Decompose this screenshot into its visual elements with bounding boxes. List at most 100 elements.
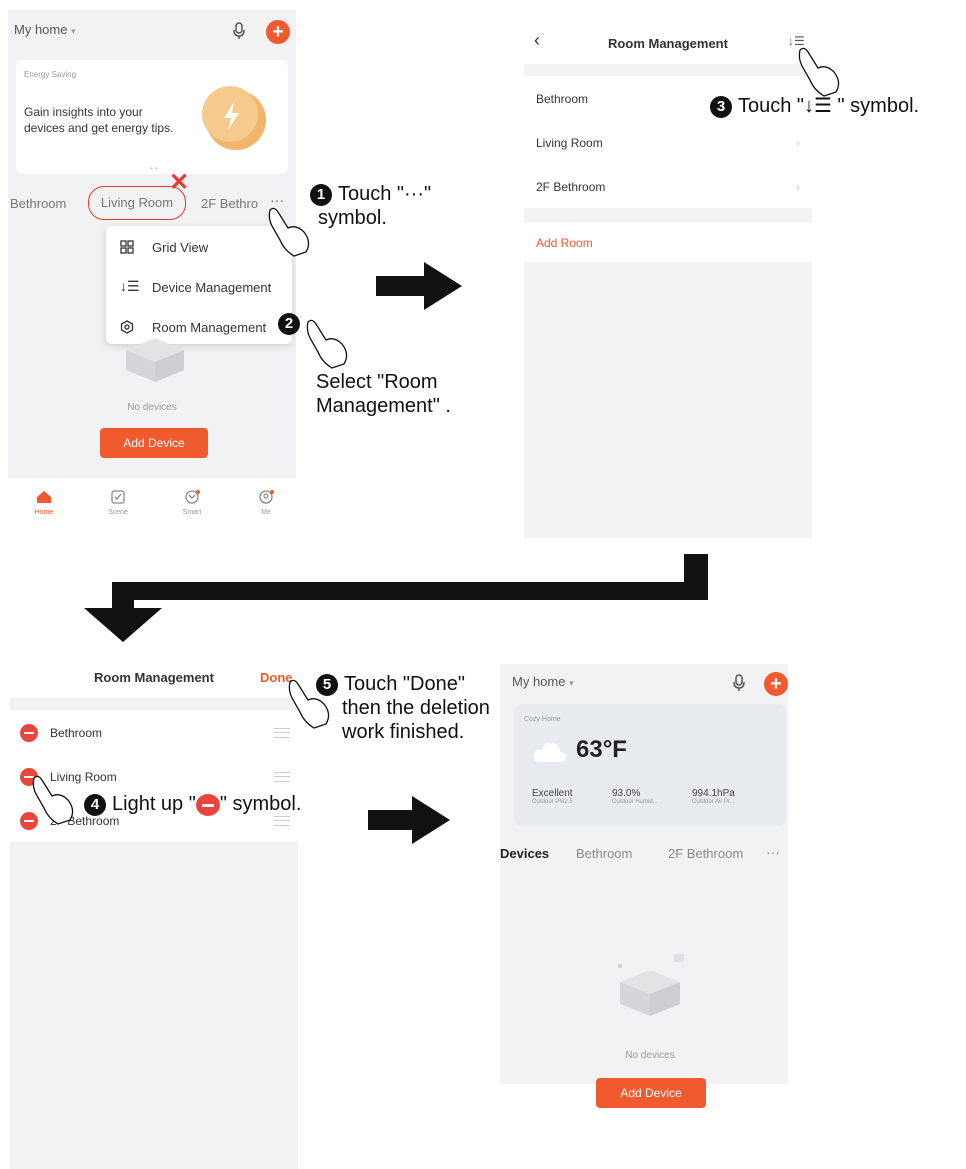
smart-icon: [185, 490, 200, 504]
step4-text-b: " symbol.: [219, 793, 302, 815]
chevron-right-icon: ›: [796, 136, 800, 150]
nav-smart[interactable]: Smart: [174, 490, 210, 516]
room-tab-living-room-label: Living Room: [100, 195, 174, 210]
stat-label: Outdoor PM2.5: [532, 799, 573, 805]
right-arrow-icon: [368, 796, 450, 844]
bottom-nav: Home Scene Smart Me: [8, 478, 296, 532]
step1-line2: symbol.: [318, 207, 387, 229]
nav-home[interactable]: Home: [26, 490, 62, 516]
add-device-button[interactable]: Add Device: [596, 1078, 706, 1108]
stat-pm25: Excellent Outdoor PM2.5: [532, 788, 573, 805]
home-selector[interactable]: My home ▾: [512, 674, 574, 689]
chevron-right-icon: ›: [796, 180, 800, 194]
delete-x-icon: ✕: [169, 169, 190, 196]
room-label: Bethroom: [536, 92, 589, 106]
stat-value: 994.1hPa: [692, 788, 735, 799]
options-menu: Grid View ↓☰ Device Management Room Mana…: [106, 226, 292, 344]
page-title: Room Management: [94, 670, 214, 685]
step5-line1: Touch "Done": [344, 673, 465, 695]
hand-pointer-icon: [798, 47, 840, 97]
add-plus-icon[interactable]: +: [266, 20, 290, 44]
step-number-1: 1: [310, 183, 332, 206]
temperature: 63°F: [576, 736, 627, 763]
microphone-icon[interactable]: [732, 674, 746, 692]
room-tab-bethroom[interactable]: Bethroom: [10, 196, 66, 211]
weather-card[interactable]: Cozy Home 63°F Excellent Outdoor PM2.5 9…: [514, 704, 786, 826]
stat-air-pressure: 994.1hPa Outdoor Air Pr...: [692, 788, 735, 805]
instruction-step-1: 1 Touch "···" symbol.: [310, 182, 431, 230]
add-device-button[interactable]: Add Device: [100, 428, 208, 458]
add-plus-icon[interactable]: +: [764, 672, 788, 696]
grid-icon: [120, 240, 134, 254]
empty-box-illustration: [126, 338, 184, 382]
chevron-down-icon: ▾: [569, 678, 574, 688]
header-bar: ‹ Room Management ↓☰: [524, 20, 812, 64]
chevron-down-icon: ▾: [71, 26, 76, 36]
drag-handle-icon[interactable]: [274, 816, 290, 826]
nav-label-me: Me: [261, 509, 271, 516]
home-title: My home: [14, 22, 68, 37]
nav-scene[interactable]: Scene: [100, 490, 136, 516]
banner-tag: Energy Saving: [24, 70, 77, 79]
room-label: 2F Bethroom: [536, 180, 606, 194]
home-icon: [37, 491, 51, 503]
pager-dots: • •: [150, 164, 158, 173]
step3-text: Touch "↓☰ " symbol.: [738, 95, 920, 117]
step-number-3: 3: [710, 95, 732, 118]
menu-item-device-management[interactable]: ↓☰ Device Management: [120, 276, 290, 300]
screen-home-menu: My home ▾ + Energy Saving Gain insights …: [8, 10, 296, 532]
empty-box-illustration: [618, 954, 684, 1016]
sort-list-icon: ↓☰: [120, 278, 140, 294]
hand-pointer-icon: [306, 319, 348, 369]
instruction-step-3: 3 Touch "↓☰ " symbol.: [710, 94, 919, 118]
minus-symbol-icon: [195, 793, 220, 816]
step5-line3: work finished.: [342, 721, 465, 743]
stat-label: Outdoor Humid...: [612, 799, 658, 805]
room-tab-devices[interactable]: Devices: [500, 846, 549, 861]
empty-text: No devices: [625, 1050, 675, 1061]
profile-icon: [259, 490, 274, 504]
drag-handle-icon[interactable]: [274, 772, 290, 782]
stat-label: Outdoor Air Pr...: [692, 799, 735, 805]
step1-line1: Touch "···": [338, 183, 432, 205]
delete-minus-icon[interactable]: [20, 724, 38, 742]
stat-value: Excellent: [532, 788, 573, 799]
nav-me[interactable]: Me: [248, 490, 284, 516]
add-room-button[interactable]: Add Room: [536, 236, 593, 250]
room-label: Bethroom: [50, 726, 103, 740]
step2-line2: Management" .: [316, 395, 451, 417]
room-tab-bethroom[interactable]: Bethroom: [576, 846, 632, 861]
room-row-living-room[interactable]: Living Room ›: [524, 120, 812, 164]
step5-line2: then the deletion: [342, 697, 490, 719]
nav-label-scene: Scene: [108, 509, 128, 516]
menu-label-grid-view: Grid View: [152, 240, 209, 255]
home-title: My home: [512, 674, 566, 689]
add-device-label: Add Device: [123, 436, 185, 450]
more-options-icon[interactable]: ···: [766, 844, 780, 860]
room-row-2f-bethroom[interactable]: 2F Bethroom ›: [524, 164, 812, 208]
lightning-icon: [202, 86, 266, 150]
menu-item-grid-view[interactable]: Grid View: [120, 236, 290, 260]
hand-pointer-icon: [268, 207, 310, 257]
room-label: Living Room: [536, 136, 603, 150]
instruction-step-5: 5 Touch "Done" then the deletion work fin…: [316, 672, 490, 744]
room-tab-2f-bethroom[interactable]: 2F Bethroom: [668, 846, 743, 861]
right-arrow-icon: [376, 262, 462, 310]
energy-banner[interactable]: Energy Saving Gain insights into your de…: [16, 60, 288, 174]
instruction-step-4: 4 Light up " " symbol.: [84, 792, 301, 816]
down-left-arrow-icon: [84, 554, 708, 642]
home-selector[interactable]: My home ▾: [14, 22, 76, 37]
nav-label-smart: Smart: [182, 509, 202, 516]
step4-text-a: Light up ": [112, 793, 196, 815]
screen-room-management-edit: Room Management Done Bethroom Living Roo…: [10, 658, 298, 1169]
header-bar: Room Management Done: [10, 658, 298, 698]
add-room-row[interactable]: Add Room: [524, 222, 812, 262]
weather-tag: Cozy Home: [524, 716, 561, 723]
empty-text: No devices: [127, 402, 177, 413]
step-number-4: 4: [84, 793, 106, 816]
nav-label-home: Home: [34, 509, 54, 516]
screen-home-updated: My home ▾ + Cozy Home 63°F Excellent Out…: [500, 664, 788, 1084]
microphone-icon[interactable]: [232, 22, 246, 40]
room-tab-2f-bethroom[interactable]: 2F Bethro: [201, 196, 258, 211]
stat-value: 93.0%: [612, 788, 641, 799]
